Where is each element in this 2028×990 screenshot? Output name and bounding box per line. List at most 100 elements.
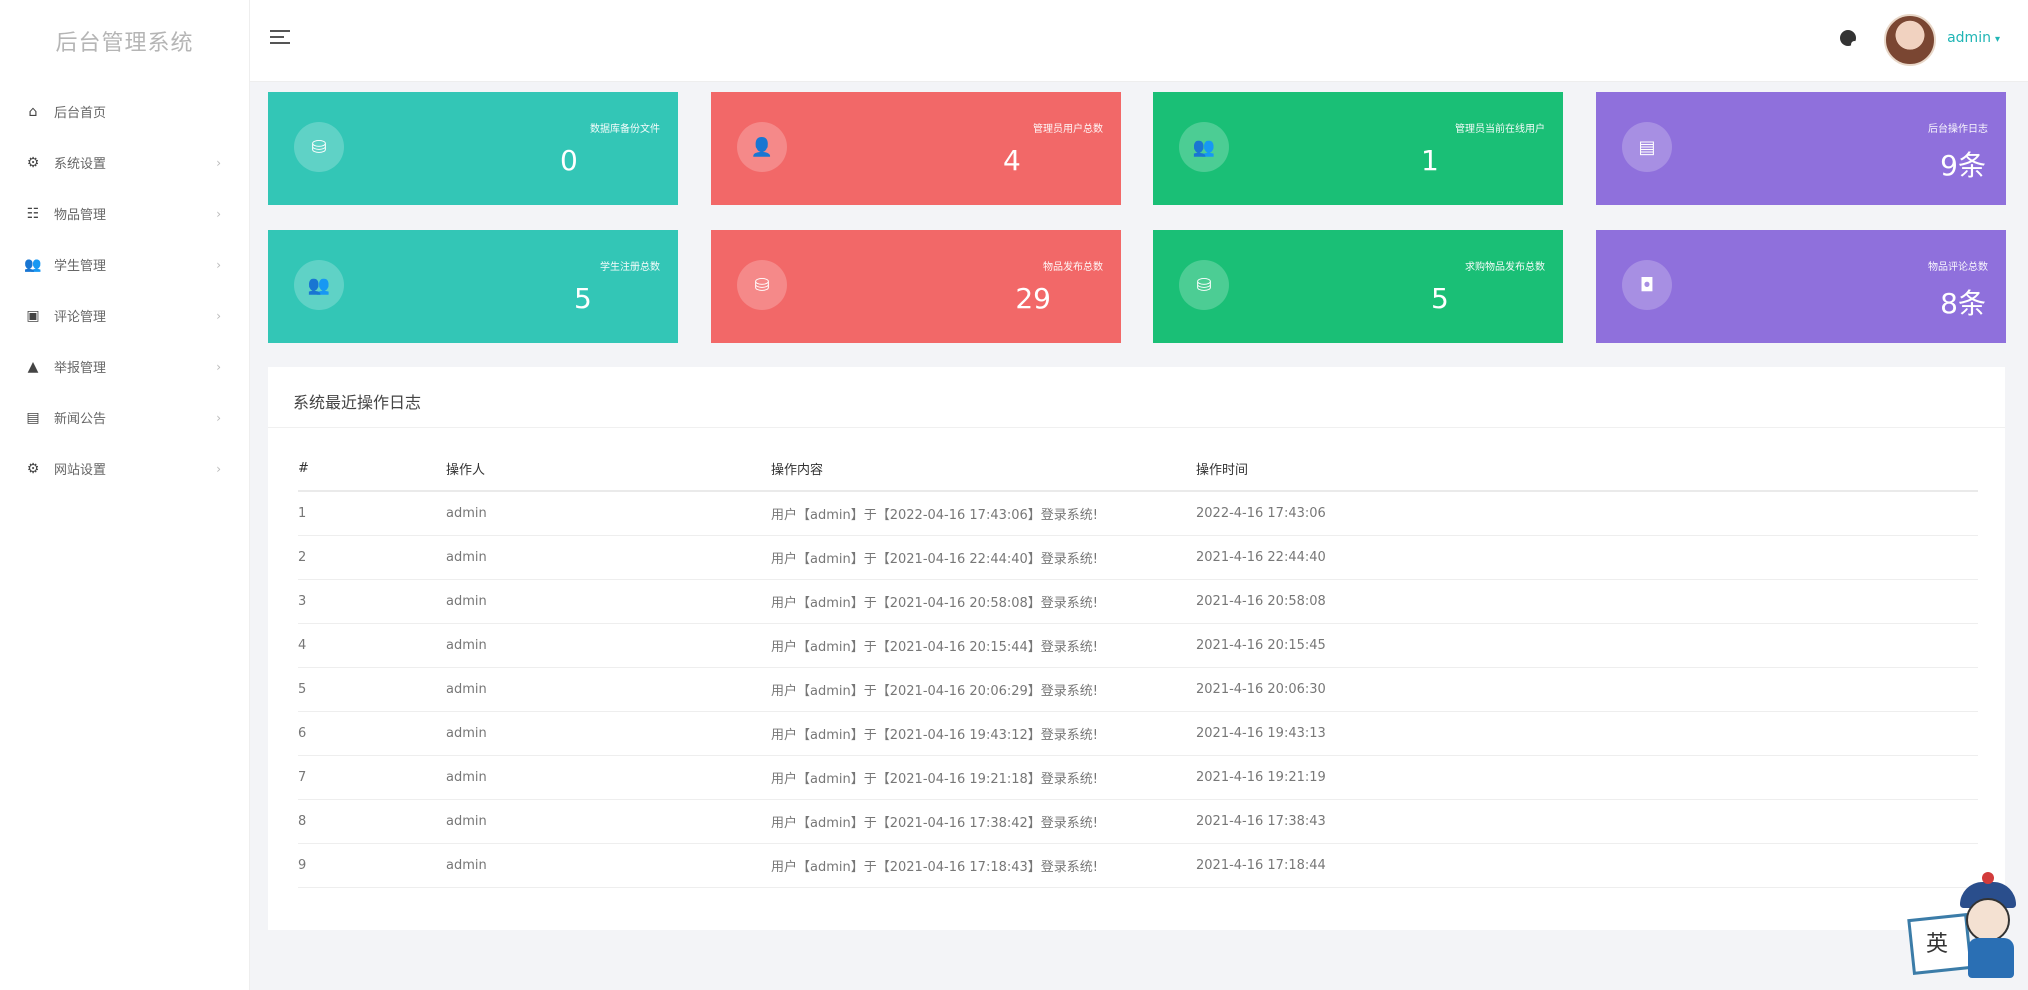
mascot-head [1966,898,2010,942]
stat-card-operation-logs[interactable]: ▤ 后台操作日志 9条 [1596,92,2006,205]
column-header: 操作内容 [771,447,1196,492]
table-cell: 用户【admin】于【2021-04-16 19:21:18】登录系统! [771,755,1196,800]
table-cell: 6 [298,711,446,756]
chevron-right-icon: › [216,410,221,425]
sidebar-item-home[interactable]: ⌂ 后台首页 [0,86,249,137]
table-cell: 用户【admin】于【2021-04-16 19:43:12】登录系统! [771,711,1196,756]
sidebar-item-news[interactable]: ▤ 新闻公告 › [0,392,249,443]
database-icon: ⛁ [737,260,787,310]
sidebar-menu: ⌂ 后台首页 ⚙ 系统设置 › ☷ 物品管理 › 👥 学生管理 › ▣ 评论管理… [0,86,249,494]
stat-value: 5 [574,282,592,315]
avatar[interactable] [1884,14,1936,66]
sidebar-item-label: 物品管理 [54,208,107,223]
stat-value: 29 [1015,282,1051,315]
sidebar-item-site-settings[interactable]: ⚙ 网站设置 › [0,443,249,494]
mascot-body [1968,938,2014,978]
stat-value: 1 [1421,144,1439,177]
stat-value: 5 [1431,282,1449,315]
table-cell: admin [446,579,771,624]
home-icon: ⌂ [28,103,38,120]
table-row: 3 admin 用户【admin】于【2021-04-16 20:58:08】登… [298,579,1978,624]
sidebar-item-system-settings[interactable]: ⚙ 系统设置 › [0,137,249,188]
table-row: 2 admin 用户【admin】于【2021-04-16 22:44:40】登… [298,535,1978,580]
table-cell: 2021-4-16 17:18:44 [1196,843,1978,888]
table-row: 5 admin 用户【admin】于【2021-04-16 20:06:29】登… [298,667,1978,712]
comment-icon: ▣ [26,307,40,324]
table-row: 4 admin 用户【admin】于【2021-04-16 20:15:44】登… [298,623,1978,668]
table-cell: admin [446,755,771,800]
stat-value: 4 [1003,144,1021,177]
table-cell: 2021-4-16 20:06:30 [1196,667,1978,712]
sidebar-item-label: 系统设置 [54,157,107,172]
chevron-right-icon: › [216,155,221,170]
top-header: admin ▾ [250,0,2028,82]
table-cell: admin [446,535,771,580]
table-cell: 用户【admin】于【2022-04-16 17:43:06】登录系统! [771,491,1196,536]
users-icon: 👥 [294,260,344,310]
chevron-down-icon: ▾ [1994,34,2000,45]
table-cell: 8 [298,799,446,844]
mascot-widget[interactable]: 英 [1907,872,2020,982]
table-cell: 2022-4-16 17:43:06 [1196,491,1978,536]
sidebar-item-reports[interactable]: ▲ 举报管理 › [0,341,249,392]
stat-label: 求购物品发布总数 [1465,262,1545,273]
column-header: 操作人 [446,447,771,492]
table-cell: 9 [298,843,446,888]
stat-card-item-posts[interactable]: ⛁ 物品发布总数 29 [711,230,1121,343]
user-menu[interactable]: admin ▾ [1947,30,2000,46]
theme-palette-icon[interactable] [1840,30,1858,48]
log-icon: ▤ [1622,122,1672,172]
table-cell: 2021-4-16 20:58:08 [1196,579,1978,624]
chevron-right-icon: › [216,461,221,476]
stat-card-student-registrations[interactable]: 👥 学生注册总数 5 [268,230,678,343]
stat-card-db-backups[interactable]: ⛁ 数据库备份文件 0 [268,92,678,205]
sidebar-item-students[interactable]: 👥 学生管理 › [0,239,249,290]
table-cell: 3 [298,579,446,624]
user-icon: 👤 [737,122,787,172]
box-icon: ☷ [26,205,40,222]
sidebar-item-label: 网站设置 [54,463,107,478]
stat-label: 数据库备份文件 [590,124,660,135]
stat-card-admin-users[interactable]: 👤 管理员用户总数 4 [711,92,1121,205]
table-cell: admin [446,623,771,668]
user-name-label: admin [1947,30,1991,46]
divider [268,427,2005,428]
table-cell: 用户【admin】于【2021-04-16 20:06:29】登录系统! [771,667,1196,712]
stat-card-online-admins[interactable]: 👥 管理员当前在线用户 1 [1153,92,1563,205]
table-cell: 用户【admin】于【2021-04-16 20:58:08】登录系统! [771,579,1196,624]
chevron-right-icon: › [216,206,221,221]
table-cell: 7 [298,755,446,800]
sidebar-item-label: 学生管理 [54,259,107,274]
column-header: 操作时间 [1196,447,1978,492]
app-root: 后台管理系统 ⌂ 后台首页 ⚙ 系统设置 › ☷ 物品管理 › 👥 学生管理 › [0,0,2028,990]
table-row: 8 admin 用户【admin】于【2021-04-16 17:38:42】登… [298,799,1978,844]
menu-toggle-icon[interactable] [270,30,290,46]
panel-title: 系统最近操作日志 [293,393,422,412]
stat-label: 管理员当前在线用户 [1455,124,1545,135]
users-icon: 👥 [24,256,42,273]
comment-icon: ◘ [1622,260,1672,310]
settings-icon: ⚙ [26,460,40,477]
table-cell: 2021-4-16 19:43:13 [1196,711,1978,756]
table-cell: admin [446,667,771,712]
warning-icon: ▲ [27,358,39,375]
stat-label: 后台操作日志 [1928,124,1988,135]
sidebar-item-comments[interactable]: ▣ 评论管理 › [0,290,249,341]
news-icon: ▤ [26,409,40,426]
stat-value: 0 [560,144,578,177]
stat-label: 管理员用户总数 [1033,124,1103,135]
sidebar-item-label: 评论管理 [54,310,107,325]
sidebar-item-label: 新闻公告 [54,412,107,427]
chevron-right-icon: › [216,308,221,323]
stat-value: 9条 [1940,149,1986,182]
sidebar-item-items[interactable]: ☷ 物品管理 › [0,188,249,239]
table-cell: 用户【admin】于【2021-04-16 20:15:44】登录系统! [771,623,1196,668]
table-row: 7 admin 用户【admin】于【2021-04-16 19:21:18】登… [298,755,1978,800]
app-title: 后台管理系统 [55,31,194,56]
table-header-row: # 操作人 操作内容 操作时间 [298,447,1978,492]
stat-label: 物品评论总数 [1928,262,1988,273]
stat-card-item-comments[interactable]: ◘ 物品评论总数 8条 [1596,230,2006,343]
sidebar-item-label: 举报管理 [54,361,107,376]
table-cell: admin [446,843,771,888]
stat-card-wanted-posts[interactable]: ⛁ 求购物品发布总数 5 [1153,230,1563,343]
